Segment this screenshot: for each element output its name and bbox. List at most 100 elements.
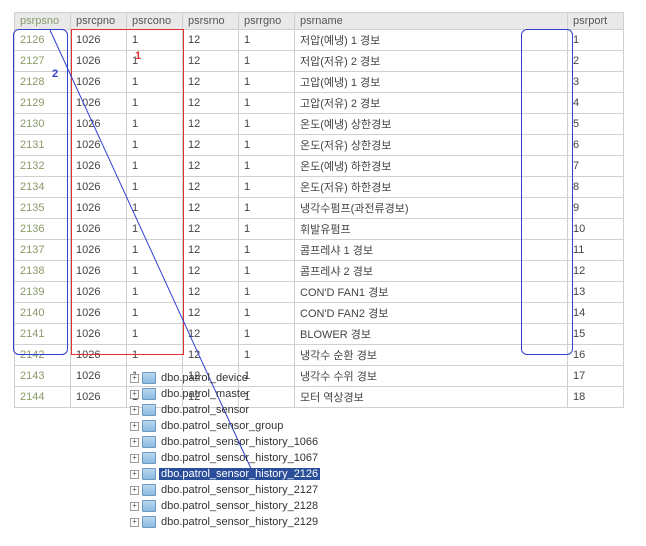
cell-cpno[interactable]: 1026 <box>71 30 127 51</box>
cell-name[interactable]: 모터 역상경보 <box>295 387 568 408</box>
tree-item-label[interactable]: dbo.patrol_device <box>159 372 250 384</box>
cell-cono[interactable]: 1 <box>127 135 183 156</box>
tree-item[interactable]: + dbo.patrol_sensor_history_2128 <box>130 498 320 514</box>
cell-name[interactable]: 온도(저유) 하한경보 <box>295 177 568 198</box>
cell-rgno[interactable]: 1 <box>239 198 295 219</box>
table-row[interactable]: 213210261121온도(예냉) 하한경보7 <box>15 156 624 177</box>
table-row[interactable]: 212610261121저압(예냉) 1 경보1 <box>15 30 624 51</box>
cell-cono[interactable]: 1 <box>127 156 183 177</box>
cell-name[interactable]: 저압(저유) 2 경보 <box>295 51 568 72</box>
object-explorer-tree[interactable]: +dbo.patrol_device+dbo.patrol_master+dbo… <box>130 370 320 530</box>
cell-cono[interactable]: 1 <box>127 198 183 219</box>
cell-rgno[interactable]: 1 <box>239 30 295 51</box>
cell-rgno[interactable]: 1 <box>239 93 295 114</box>
cell-port[interactable]: 2 <box>568 51 624 72</box>
table-row[interactable]: 213810261121콤프레샤 2 경보12 <box>15 261 624 282</box>
table-row[interactable]: 214210261121냉각수 순환 경보16 <box>15 345 624 366</box>
cell-cono[interactable]: 1 <box>127 72 183 93</box>
tree-item-label[interactable]: dbo.patrol_sensor_history_1067 <box>159 452 320 464</box>
cell-cpno[interactable]: 1026 <box>71 93 127 114</box>
cell-srno[interactable]: 12 <box>183 114 239 135</box>
table-row[interactable]: 214110261121BLOWER 경보15 <box>15 324 624 345</box>
cell-srno[interactable]: 12 <box>183 51 239 72</box>
expander-icon[interactable]: + <box>130 518 139 527</box>
cell-name[interactable]: CON'D FAN1 경보 <box>295 282 568 303</box>
table-row[interactable]: 213410261121온도(저유) 하한경보8 <box>15 177 624 198</box>
expander-icon[interactable]: + <box>130 502 139 511</box>
cell-cono[interactable]: 1 <box>127 282 183 303</box>
cell-name[interactable]: 콤프레샤 2 경보 <box>295 261 568 282</box>
cell-port[interactable]: 3 <box>568 72 624 93</box>
tree-item-label[interactable]: dbo.patrol_master <box>159 388 252 400</box>
cell-psno[interactable]: 2142 <box>15 345 71 366</box>
cell-psno[interactable]: 2139 <box>15 282 71 303</box>
cell-rgno[interactable]: 1 <box>239 177 295 198</box>
cell-port[interactable]: 10 <box>568 219 624 240</box>
expander-icon[interactable]: + <box>130 374 139 383</box>
cell-psno[interactable]: 2141 <box>15 324 71 345</box>
cell-port[interactable]: 4 <box>568 93 624 114</box>
cell-cpno[interactable]: 1026 <box>71 219 127 240</box>
cell-port[interactable]: 15 <box>568 324 624 345</box>
cell-name[interactable]: 냉각수 수위 경보 <box>295 366 568 387</box>
cell-cpno[interactable]: 1026 <box>71 282 127 303</box>
cell-rgno[interactable]: 1 <box>239 114 295 135</box>
tree-item-label[interactable]: dbo.patrol_sensor_history_2128 <box>159 500 320 512</box>
cell-port[interactable]: 17 <box>568 366 624 387</box>
cell-cono[interactable]: 1 <box>127 30 183 51</box>
col-psrcpno[interactable]: psrcpno <box>71 13 127 30</box>
col-psrport[interactable]: psrport <box>568 13 624 30</box>
cell-name[interactable]: 콤프레샤 1 경보 <box>295 240 568 261</box>
cell-name[interactable]: 휘발유펌프 <box>295 219 568 240</box>
tree-item[interactable]: +dbo.patrol_sensor_history_2127 <box>130 482 320 498</box>
tree-item-label[interactable]: dbo.patrol_sensor <box>159 404 251 416</box>
cell-name[interactable]: 고압(저유) 2 경보 <box>295 93 568 114</box>
table-row[interactable]: 212810261121고압(예냉) 1 경보3 <box>15 72 624 93</box>
col-psrrgno[interactable]: psrrgno <box>239 13 295 30</box>
cell-srno[interactable]: 12 <box>183 324 239 345</box>
cell-cpno[interactable]: 1026 <box>71 366 127 387</box>
tree-item-label[interactable]: dbo.patrol_sensor_history_2127 <box>159 484 320 496</box>
expander-icon[interactable]: + <box>130 470 139 479</box>
cell-name[interactable]: 고압(예냉) 1 경보 <box>295 72 568 93</box>
cell-port[interactable]: 5 <box>568 114 624 135</box>
cell-cono[interactable]: 1 <box>127 240 183 261</box>
table-row[interactable]: 214010261121CON'D FAN2 경보14 <box>15 303 624 324</box>
cell-psno[interactable]: 2126 <box>15 30 71 51</box>
cell-cpno[interactable]: 1026 <box>71 198 127 219</box>
cell-cpno[interactable]: 1026 <box>71 240 127 261</box>
cell-cpno[interactable]: 1026 <box>71 345 127 366</box>
tree-item[interactable]: +dbo.patrol_sensor_history_2126 <box>130 466 320 482</box>
tree-item-label[interactable]: dbo.patrol_sensor_group <box>159 420 285 432</box>
tree-item-label[interactable]: dbo.patrol_sensor_history_2129 <box>159 516 320 528</box>
cell-name[interactable]: 저압(예냉) 1 경보 <box>295 30 568 51</box>
table-row[interactable]: 213910261121CON'D FAN1 경보13 <box>15 282 624 303</box>
tree-item[interactable]: + dbo.patrol_sensor_history_2129 <box>130 514 320 530</box>
tree-item-label[interactable]: dbo.patrol_sensor_history_1066 <box>159 436 320 448</box>
cell-port[interactable]: 8 <box>568 177 624 198</box>
cell-cono[interactable]: 1 <box>127 219 183 240</box>
tree-item[interactable]: + dbo.patrol_sensor_group <box>130 418 320 434</box>
table-row[interactable]: 213710261121콤프레샤 1 경보11 <box>15 240 624 261</box>
cell-psno[interactable]: 2140 <box>15 303 71 324</box>
cell-psno[interactable]: 2128 <box>15 72 71 93</box>
cell-cpno[interactable]: 1026 <box>71 135 127 156</box>
tree-item[interactable]: +dbo.patrol_sensor <box>130 402 320 418</box>
cell-cpno[interactable]: 1026 <box>71 114 127 135</box>
expander-icon[interactable]: + <box>130 422 139 431</box>
cell-port[interactable]: 6 <box>568 135 624 156</box>
cell-port[interactable]: 18 <box>568 387 624 408</box>
cell-srno[interactable]: 12 <box>183 177 239 198</box>
cell-srno[interactable]: 12 <box>183 135 239 156</box>
cell-srno[interactable]: 12 <box>183 198 239 219</box>
cell-psno[interactable]: 2144 <box>15 387 71 408</box>
col-psrpsno[interactable]: psrpsno <box>15 13 71 30</box>
cell-psno[interactable]: 2132 <box>15 156 71 177</box>
cell-name[interactable]: 온도(저유) 상한경보 <box>295 135 568 156</box>
table-row[interactable]: 212710261121저압(저유) 2 경보2 <box>15 51 624 72</box>
cell-srno[interactable]: 12 <box>183 72 239 93</box>
cell-port[interactable]: 11 <box>568 240 624 261</box>
cell-rgno[interactable]: 1 <box>239 282 295 303</box>
cell-name[interactable]: 냉각수펌프(과전류경보) <box>295 198 568 219</box>
cell-cono[interactable]: 1 <box>127 261 183 282</box>
